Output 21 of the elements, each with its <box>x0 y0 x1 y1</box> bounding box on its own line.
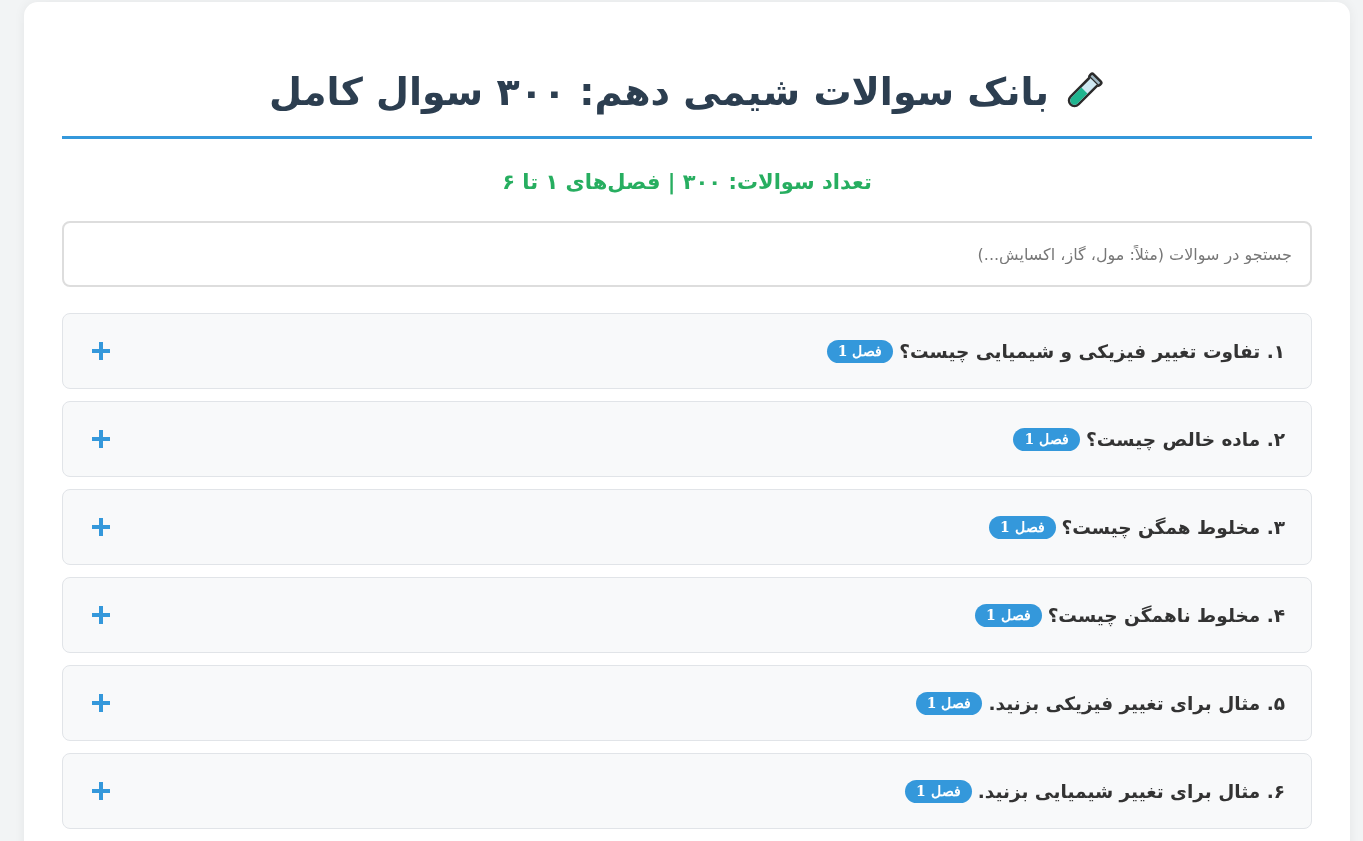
question-text: ۵. مثال برای تغییر فیزیکی بزنید. <box>988 692 1285 714</box>
chapter-tag: فصل 1 <box>915 691 983 715</box>
page-title: بانک سوالات شیمی دهم: ۳۰۰ سوال کامل <box>269 69 1050 116</box>
chapter-tag: فصل 1 <box>905 779 972 803</box>
question-header[interactable]: ۳. مخلوط همگن چیست؟ فصل 1 <box>62 489 1312 565</box>
question-header[interactable]: ۱. تفاوت تغییر فیزیکی و شیمیایی چیست؟ فصل 1 <box>62 313 1312 389</box>
chapter-tag: فصل 1 <box>1013 427 1081 451</box>
question-text: ۶. مثال برای تغییر شیمیایی بزنید. <box>977 780 1285 802</box>
question-header[interactable]: ۵. مثال برای تغییر فیزیکی بزنید. فصل 1 <box>62 665 1312 741</box>
chapter-tag: فصل 1 <box>826 339 894 363</box>
question-text: ۱. تفاوت تغییر فیزیکی و شیمیایی چیست؟ <box>899 340 1285 362</box>
search-field[interactable]: جستجو در سوالات (مثلاً: مول، گاز، اکسایش...) <box>62 221 1312 287</box>
chapter-tag: فصل 1 <box>975 603 1042 627</box>
question-text: ۳. مخلوط همگن چیست؟ <box>1061 516 1285 538</box>
question-header[interactable]: ۲. ماده خالص چیست؟ فصل 1 <box>62 401 1312 477</box>
question-text: ۲. ماده خالص چیست؟ <box>1086 428 1285 450</box>
question-header[interactable]: ۶. مثال برای تغییر شیمیایی بزنید. فصل 1 <box>62 753 1312 829</box>
question-count-subtitle: تعداد سوالات: ۳۰۰ | فصل‌های ۱ تا ۶ <box>502 169 872 197</box>
question-text: ۴. مخلوط ناهمگن چیست؟ <box>1047 604 1285 626</box>
question-header[interactable]: ۴. مخلوط ناهمگن چیست؟ فصل 1 <box>62 577 1312 653</box>
chapter-tag: فصل 1 <box>988 515 1056 539</box>
